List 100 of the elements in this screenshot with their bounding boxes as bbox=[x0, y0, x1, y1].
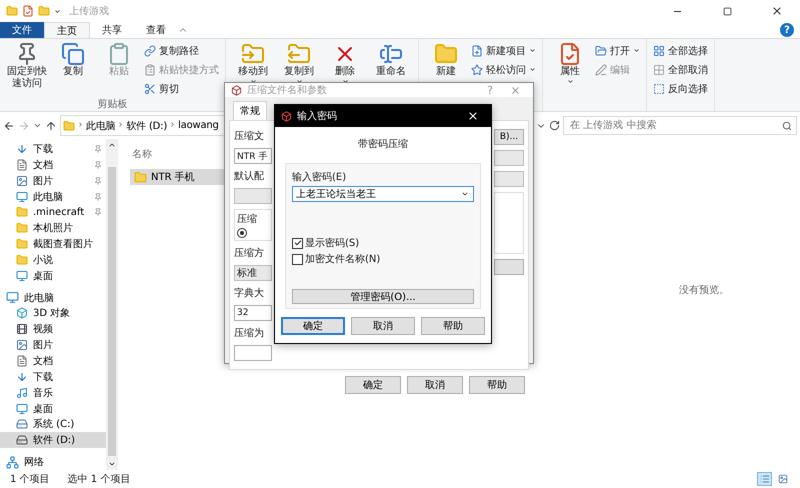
ribbon-button[interactable]: 剪切 bbox=[144, 80, 219, 97]
nav-item[interactable]: 桌面 bbox=[0, 400, 106, 416]
dropdown[interactable] bbox=[234, 188, 272, 204]
checkbox[interactable] bbox=[292, 254, 303, 264]
nav-item[interactable]: 文档 bbox=[0, 353, 106, 369]
list-box[interactable] bbox=[494, 192, 524, 254]
nav-item[interactable]: 此电脑 bbox=[0, 290, 106, 306]
nav-item[interactable]: 系统 (C:) bbox=[0, 416, 106, 432]
breadcrumb[interactable]: 此电脑 bbox=[86, 118, 116, 132]
clipboard-icon bbox=[144, 64, 156, 76]
field-label: 字典大 bbox=[234, 286, 265, 300]
ribbon-button[interactable]: 复制路径 bbox=[144, 42, 219, 59]
up-button[interactable] bbox=[45, 120, 57, 132]
image-icon bbox=[16, 339, 28, 352]
nav-item[interactable]: 软件 (D:) bbox=[0, 432, 106, 448]
nav-item[interactable]: 网络 bbox=[0, 454, 106, 470]
scissors-icon bbox=[144, 82, 156, 94]
nav-item[interactable]: 3D 对象 bbox=[0, 305, 106, 322]
dropdown[interactable]: 标准 bbox=[234, 265, 272, 281]
ribbon-tab[interactable]: 文件 bbox=[0, 22, 44, 38]
ribbon-button[interactable]: 固定到快速访问 bbox=[6, 42, 48, 97]
dialog-button[interactable]: 帮助 bbox=[469, 376, 525, 394]
folder-icon bbox=[434, 42, 458, 66]
refresh-button[interactable] bbox=[549, 120, 560, 131]
ribbon-button[interactable]: 新建项目 bbox=[471, 42, 536, 59]
clipboard-icon bbox=[107, 42, 131, 66]
ribbon-button[interactable]: 全部选择 bbox=[653, 42, 708, 59]
dialog-button[interactable]: 取消 bbox=[351, 317, 415, 335]
ribbon-button[interactable]: 打开 bbox=[595, 42, 640, 59]
grid-icon bbox=[653, 44, 665, 56]
copy-icon bbox=[61, 42, 85, 66]
scrollbar[interactable] bbox=[106, 139, 118, 470]
cube-icon bbox=[16, 307, 28, 320]
nav-item[interactable]: 视频 bbox=[0, 321, 106, 338]
forward-icon bbox=[18, 120, 30, 132]
nav-item[interactable]: 文档 bbox=[0, 156, 106, 173]
nav-item[interactable]: 音乐 bbox=[0, 384, 106, 401]
file-check-icon bbox=[558, 42, 582, 66]
breadcrumb[interactable]: laowang bbox=[178, 120, 219, 131]
recent-button[interactable] bbox=[33, 121, 42, 130]
back-button[interactable] bbox=[3, 120, 15, 132]
dialog-button[interactable]: 确定 bbox=[345, 376, 401, 394]
folder-icon bbox=[595, 44, 607, 56]
dialog-button[interactable]: 取消 bbox=[407, 376, 463, 394]
nav-item[interactable]: 此电脑 bbox=[0, 188, 106, 204]
ribbon-button[interactable]: 全部取消 bbox=[653, 61, 708, 78]
dialog-button[interactable]: 确定 bbox=[281, 317, 345, 335]
password-field[interactable]: 上老王论坛当老王 bbox=[292, 186, 474, 202]
nav-item[interactable]: 本机照片 bbox=[0, 220, 106, 236]
dashed-square-icon bbox=[653, 82, 665, 94]
nav-item[interactable]: 下载 bbox=[0, 141, 106, 157]
star-icon bbox=[471, 64, 483, 76]
folder-icon bbox=[16, 238, 28, 250]
dialog-title: 压缩文件名和参数 bbox=[247, 84, 328, 97]
nav-item[interactable]: 图片 bbox=[0, 172, 106, 189]
checkbox[interactable] bbox=[292, 238, 303, 248]
dropdown[interactable] bbox=[494, 150, 524, 166]
folder-icon bbox=[16, 222, 28, 234]
nav-item[interactable]: 截图查看图片 bbox=[0, 236, 106, 252]
dialog-button[interactable]: 帮助 bbox=[421, 317, 485, 335]
radio-button[interactable] bbox=[237, 228, 247, 238]
dialog-tab[interactable]: 常规 bbox=[233, 101, 267, 120]
nav-item[interactable]: 下载 bbox=[0, 368, 106, 385]
breadcrumb[interactable]: 软件 (D:) bbox=[126, 118, 168, 132]
ribbon-tab[interactable]: 查看 bbox=[134, 22, 178, 38]
ribbon-button[interactable]: 反向选择 bbox=[653, 80, 708, 97]
ribbon-tab[interactable]: 主页 bbox=[44, 22, 90, 38]
text-field[interactable] bbox=[234, 345, 272, 361]
group-label: 剪贴板 bbox=[96, 98, 128, 112]
ribbon-button[interactable]: 复制 bbox=[52, 42, 94, 97]
text-field[interactable]: NTR 手 bbox=[234, 148, 272, 164]
grid-icon bbox=[653, 64, 665, 76]
browse-button[interactable]: B)... bbox=[494, 129, 524, 145]
text-field[interactable]: 32 bbox=[234, 305, 272, 321]
monitor-icon bbox=[16, 270, 28, 282]
browse-button[interactable] bbox=[494, 259, 524, 275]
ribbon-button[interactable]: 重命名 bbox=[370, 42, 412, 111]
close-icon bbox=[771, 5, 783, 17]
folder-icon bbox=[63, 120, 75, 132]
archive-icon bbox=[281, 110, 292, 122]
close-icon bbox=[467, 110, 479, 122]
help-button[interactable]: ? bbox=[780, 23, 794, 37]
ribbon-button[interactable]: 新建 bbox=[425, 42, 467, 111]
ribbon-tab[interactable]: 共享 bbox=[90, 22, 134, 38]
nav-item[interactable]: 桌面 bbox=[0, 268, 106, 284]
search-field[interactable]: 在 上传游戏 中搜索 bbox=[563, 116, 797, 135]
manage-passwords-button[interactable]: 管理密码(O)... bbox=[292, 289, 474, 304]
folder-icon bbox=[16, 254, 28, 266]
view-button[interactable] bbox=[757, 472, 772, 486]
ribbon-button[interactable]: 轻松访问 bbox=[471, 61, 536, 78]
dropdown[interactable] bbox=[494, 171, 524, 187]
field-label: 默认配 bbox=[234, 170, 265, 183]
nav-item[interactable]: 小说 bbox=[0, 252, 106, 268]
close-icon bbox=[510, 84, 521, 96]
drive-icon bbox=[16, 434, 28, 446]
nav-item[interactable]: .minecraft bbox=[0, 204, 106, 220]
back-icon bbox=[3, 120, 15, 132]
ribbon-button[interactable]: 属性 bbox=[549, 42, 591, 111]
nav-item[interactable]: 图片 bbox=[0, 337, 106, 354]
pen-icon bbox=[595, 64, 607, 76]
